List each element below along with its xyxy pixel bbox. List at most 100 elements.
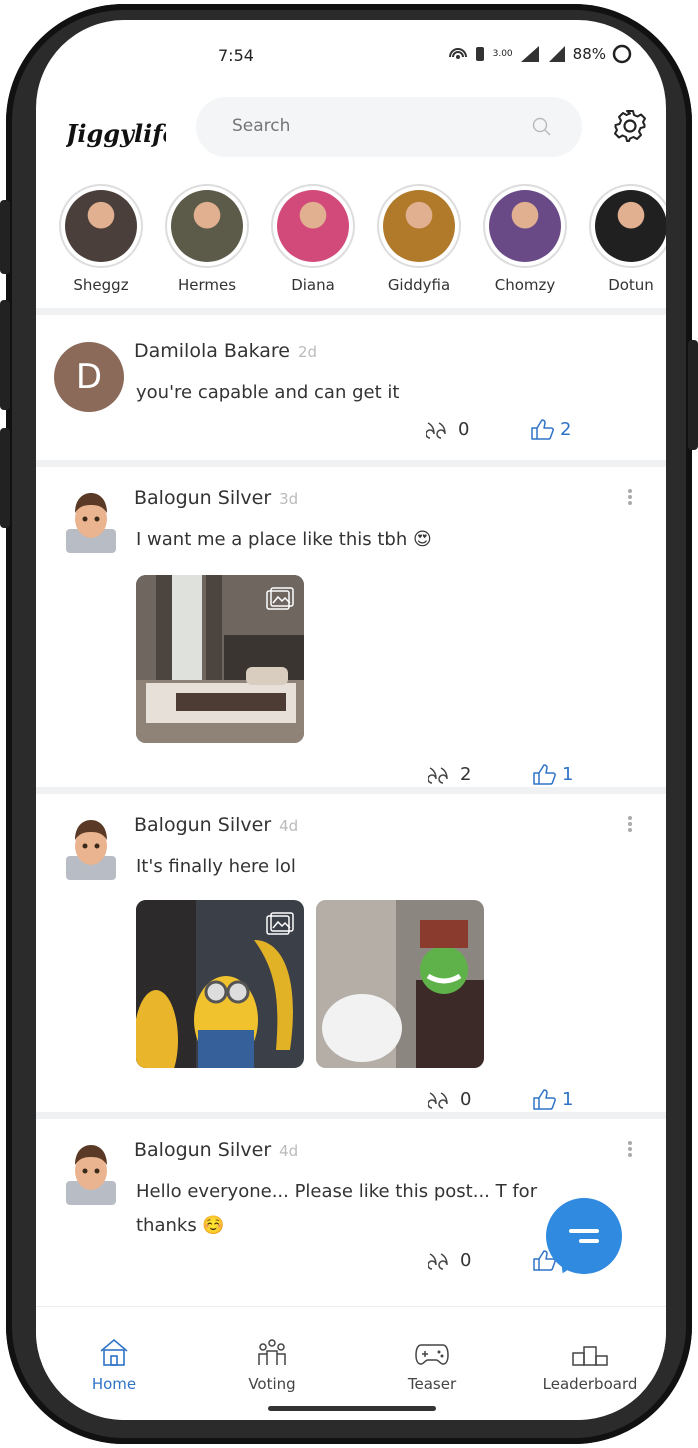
story-item[interactable]: Diana: [270, 184, 356, 294]
story-ring[interactable]: [165, 184, 249, 268]
battery-icon: [612, 44, 632, 64]
tab-label: Voting: [248, 1375, 296, 1393]
logo-text: Jiggylife: [66, 119, 166, 148]
app-screen: 7:54 3.00 88% Jiggylife Sheggz Hermes Dian…: [36, 20, 666, 1420]
side-button: [0, 428, 10, 528]
quote-comment-icon: [428, 767, 448, 784]
side-button: [0, 200, 10, 274]
story-item[interactable]: Giddyfia: [376, 184, 462, 294]
author-name[interactable]: Damilola Bakare: [134, 340, 290, 362]
divider: [36, 460, 666, 467]
post-card[interactable]: Balogun Silver 3d I want me a place like …: [36, 467, 666, 787]
podium-icon: [572, 1346, 608, 1366]
post-author[interactable]: Balogun Silver 4d: [134, 814, 298, 836]
bottom-navigation: Home Voting Teaser Leaderboard: [36, 1306, 666, 1420]
comment-count: 0: [460, 1088, 472, 1110]
gamepad-icon: [415, 1344, 449, 1365]
image-gallery-icon: [266, 912, 294, 935]
story-ring[interactable]: [271, 184, 355, 268]
app-logo[interactable]: Jiggylife: [62, 110, 178, 160]
post-image[interactable]: [136, 575, 304, 743]
post-age: 3d: [279, 490, 299, 508]
post-text: you're capable and can get it: [136, 382, 400, 403]
signal-icon: [548, 46, 565, 62]
post-card[interactable]: Balogun Silver 4d It's finally here lol: [36, 794, 666, 1112]
more-options-icon[interactable]: [624, 1139, 636, 1163]
quote-comment-icon: [428, 1092, 448, 1109]
story-name: Hermes: [177, 276, 237, 294]
story-item[interactable]: Sheggz: [58, 184, 144, 294]
home-indicator[interactable]: [268, 1406, 436, 1411]
post-text: Hello everyone... Please like this post.…: [136, 1181, 538, 1236]
avatar[interactable]: D: [54, 342, 124, 412]
thumbs-up-icon: [531, 419, 554, 440]
tab-label: Leaderboard: [542, 1375, 638, 1393]
post-age: 4d: [279, 1142, 299, 1160]
story-item[interactable]: Hermes: [164, 184, 250, 294]
comment-button[interactable]: 2: [428, 763, 471, 785]
story-avatar: [383, 190, 455, 262]
app-header: Jiggylife: [36, 92, 666, 172]
like-button[interactable]: 1: [532, 1088, 573, 1110]
like-count: 2: [560, 418, 572, 440]
post-author[interactable]: Balogun Silver 3d: [134, 487, 298, 509]
like-button[interactable]: 1: [532, 763, 573, 785]
tab-label: Teaser: [407, 1375, 457, 1393]
home-icon: [100, 1338, 128, 1366]
memoji-avatar[interactable]: [66, 489, 116, 553]
divider: [36, 787, 666, 794]
story-avatar: [595, 190, 666, 262]
story-item[interactable]: Chomzy: [482, 184, 568, 294]
author-name[interactable]: Balogun Silver: [134, 814, 271, 836]
search-bar[interactable]: [196, 97, 582, 157]
like-button[interactable]: 2: [530, 418, 571, 440]
memoji-avatar[interactable]: [66, 816, 116, 880]
side-button: [0, 300, 10, 410]
post-image[interactable]: [316, 900, 484, 1068]
story-name: Giddyfia: [387, 276, 451, 294]
divider: [36, 308, 666, 315]
comment-button[interactable]: 0: [428, 1088, 471, 1110]
author-name[interactable]: Balogun Silver: [134, 1139, 271, 1161]
story-avatar: [277, 190, 349, 262]
story-ring[interactable]: [377, 184, 461, 268]
post-author[interactable]: Balogun Silver 4d: [134, 1139, 298, 1161]
tab-voting[interactable]: Voting: [212, 1337, 332, 1393]
post-card[interactable]: D Damilola Bakare 2d you're capable and c…: [36, 320, 666, 460]
story-item[interactable]: Dotun: [588, 184, 666, 294]
frog-meme-photo: [316, 900, 484, 1068]
author-name[interactable]: Balogun Silver: [134, 487, 271, 509]
thumbs-up-icon: [533, 1089, 556, 1110]
comment-count: 0: [460, 1249, 472, 1271]
story-ring[interactable]: [589, 184, 666, 268]
quote-comment-icon: [426, 422, 446, 439]
new-post-fab[interactable]: [546, 1198, 622, 1274]
post-author[interactable]: Damilola Bakare 2d: [134, 340, 317, 362]
search-icon[interactable]: [532, 117, 552, 137]
story-ring[interactable]: [483, 184, 567, 268]
comment-button[interactable]: 0: [426, 418, 469, 440]
post-text: I want me a place like this tbh 😍: [136, 529, 432, 550]
voting-icon: [258, 1339, 286, 1365]
post-image[interactable]: [136, 900, 304, 1068]
search-input[interactable]: [230, 115, 514, 137]
tab-leaderboard[interactable]: Leaderboard: [530, 1337, 650, 1393]
memoji-avatar[interactable]: [66, 1141, 116, 1205]
divider: [36, 1112, 666, 1119]
post-age: 2d: [298, 343, 318, 361]
more-options-icon[interactable]: [624, 814, 636, 838]
post-text: It's finally here lol: [136, 856, 296, 877]
story-name: Dotun: [608, 276, 654, 294]
more-options-icon[interactable]: [624, 487, 636, 511]
status-icons: 3.00 88%: [448, 44, 632, 64]
settings-gear-icon[interactable]: [612, 108, 648, 144]
post-actions: 0 2: [36, 418, 666, 448]
story-ring[interactable]: [59, 184, 143, 268]
quote-comment-icon: [428, 1253, 448, 1270]
status-bar: 7:54 3.00 88%: [36, 20, 666, 90]
comment-button[interactable]: 0: [428, 1249, 471, 1271]
jiggylife-logo: Jiggylife: [62, 119, 178, 148]
tab-teaser[interactable]: Teaser: [372, 1337, 492, 1393]
clock: 7:54: [218, 46, 254, 65]
tab-home[interactable]: Home: [54, 1337, 174, 1393]
